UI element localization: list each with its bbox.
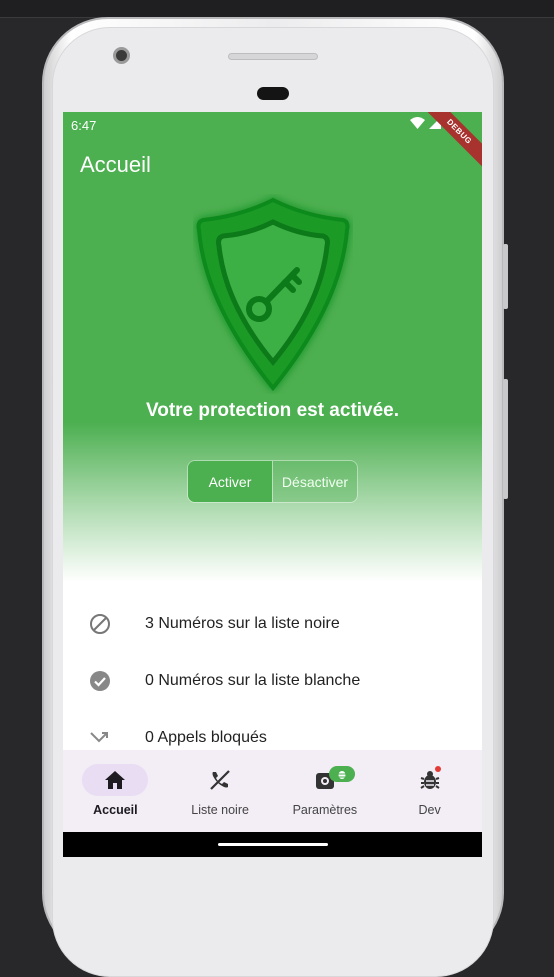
status-time: 6:47 [71, 118, 97, 133]
nav-item-dev[interactable]: Dev [377, 750, 482, 832]
nav-item-parametres[interactable]: Paramètres [273, 750, 378, 832]
protection-header: 6:47 DEBUG Accueil Votre protection est … [63, 112, 482, 582]
wifi-icon [410, 117, 425, 129]
nav-item-accueil[interactable]: Accueil [63, 750, 168, 832]
page-title: Accueil [80, 152, 151, 177]
nav-label: Accueil [93, 803, 138, 817]
nav-label: Paramètres [292, 803, 358, 817]
check-circle-icon [89, 670, 111, 692]
nav-icon-wrap [187, 764, 253, 796]
deactivate-button[interactable]: Désactiver [272, 461, 357, 502]
block-icon [89, 613, 111, 635]
volume-button [503, 244, 508, 309]
home-indicator[interactable] [218, 843, 328, 846]
power-button [503, 379, 508, 499]
blacklist-count: 3 Numéros sur la liste noire [145, 614, 340, 632]
bug-icon [420, 771, 440, 789]
desktop-top-bar [0, 0, 554, 18]
whitelist-count: 0 Numéros sur la liste blanche [145, 671, 361, 689]
front-camera [113, 47, 130, 64]
stats-list: 3 Numéros sur la liste noire 0 Numéros s… [63, 595, 482, 766]
nav-label: Liste noire [191, 803, 249, 817]
nav-icon-wrap [397, 764, 463, 796]
shield-key-icon [196, 197, 350, 392]
activate-button[interactable]: Activer [188, 461, 272, 502]
earpiece-speaker [228, 53, 318, 60]
bottom-navigation: Accueil Liste noire Paramètres Dev [63, 750, 482, 832]
nav-label: Dev [418, 803, 441, 817]
system-navigation-bar [63, 832, 482, 857]
app-screen: 6:47 DEBUG Accueil Votre protection est … [63, 112, 482, 857]
nav-indicator [82, 764, 149, 796]
phone-disabled-icon [210, 770, 230, 790]
blocked-calls-count: 0 Appels bloqués [145, 728, 267, 746]
nav-item-liste-noire[interactable]: Liste noire [168, 750, 273, 832]
proximity-sensor [257, 87, 289, 100]
protection-status-text: Votre protection est activée. [145, 400, 400, 421]
home-icon [105, 771, 126, 789]
list-item: 3 Numéros sur la liste noire [63, 595, 482, 652]
call-missed-icon [89, 727, 111, 749]
protection-toggle: Activer Désactiver [187, 460, 358, 503]
bug-icon [328, 766, 355, 782]
list-item: 0 Numéros sur la liste blanche [63, 652, 482, 709]
